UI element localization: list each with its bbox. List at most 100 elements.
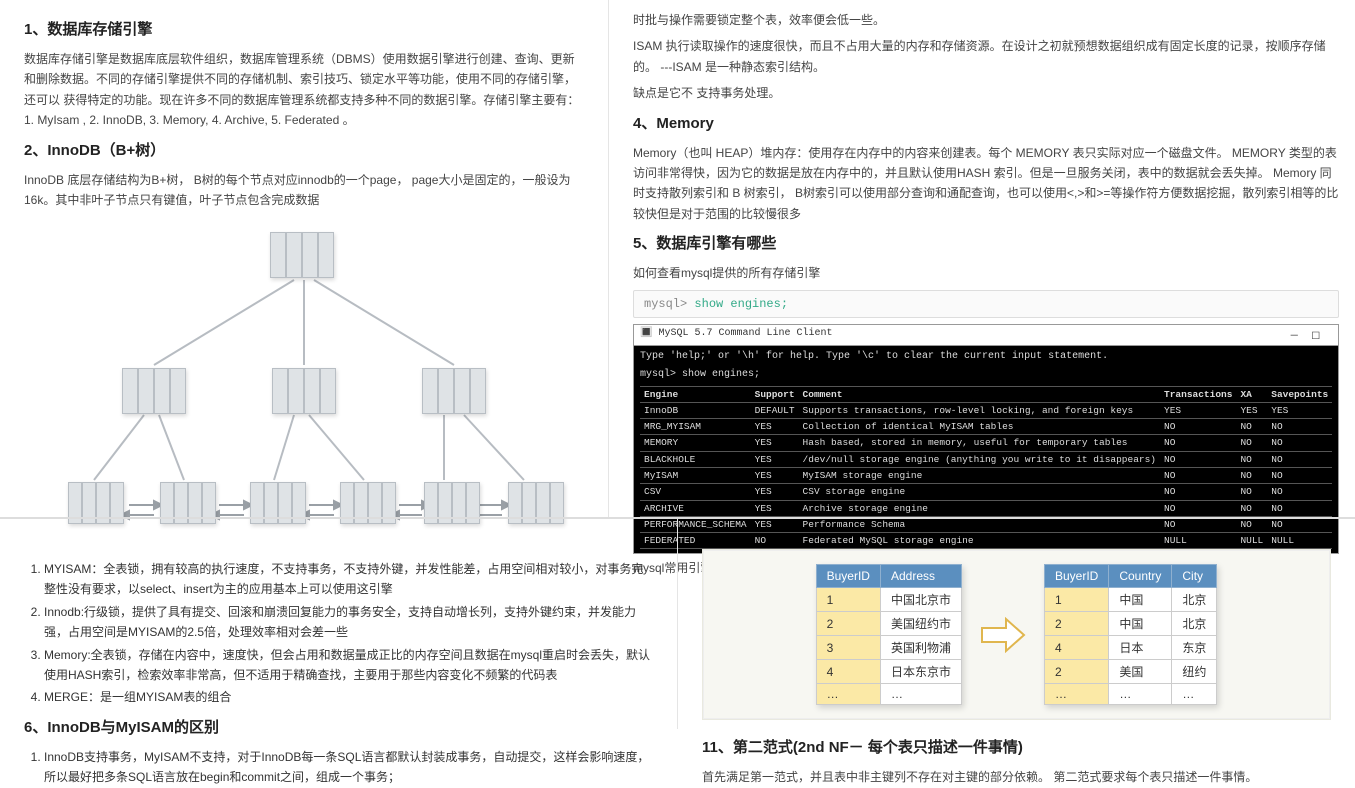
table-header: Engine [640, 386, 751, 402]
table-cell: 3 [816, 636, 880, 660]
table-cell: NO [1160, 500, 1236, 516]
table-header: Savepoints [1267, 386, 1332, 402]
left-lower-column: MYISAM：全表锁，拥有较高的执行速度，不支持事务，不支持外键，并发性能差，占… [0, 519, 678, 729]
table-row: MyISAMYESMyISAM storage engineNONONO [640, 468, 1332, 484]
table-row: MEMORYYESHash based, stored in memory, u… [640, 435, 1332, 451]
table-cell: 北京 [1172, 588, 1217, 612]
heading-5: 5、数据库引擎有哪些 [633, 232, 1339, 253]
table-cell: /dev/null storage engine (anything you w… [799, 451, 1160, 467]
table-header: BuyerID [1044, 565, 1108, 588]
table-cell: 2 [816, 612, 880, 636]
table-cell: Supports transactions, row-level locking… [799, 402, 1160, 418]
table-cell: Collection of identical MyISAM tables [799, 419, 1160, 435]
tree-root-node [270, 232, 334, 278]
table-cell: YES [1160, 402, 1236, 418]
table-row: 4日本东京 [1044, 636, 1216, 660]
code-block: mysql> show engines; [633, 290, 1339, 318]
table-cell: NO [1236, 419, 1267, 435]
table-header: Address [880, 565, 961, 588]
nf-diagram: BuyerIDAddress 1中国北京市2美国纽约市3英国利物浦4日本东京市…… [702, 549, 1331, 720]
terminal-line: Type 'help;' or '\h' for help. Type '\c'… [640, 350, 1332, 364]
tree-internal-node [272, 368, 336, 414]
table-row: 4日本东京市 [816, 660, 961, 684]
table-cell: NO [1236, 435, 1267, 451]
table-cell: NO [1267, 500, 1332, 516]
paragraph: 数据库存储引擎是数据库底层软件组织，数据库管理系统（DBMS）使用数据引擎进行创… [24, 49, 584, 131]
list-item: Innodb:行级锁，提供了具有提交、回滚和崩溃回复能力的事务安全，支持自动增长… [44, 602, 653, 643]
table-cell: NO [1160, 484, 1236, 500]
table-cell: YES [751, 435, 799, 451]
table-cell: NO [1160, 451, 1236, 467]
table-cell: NO [1236, 500, 1267, 516]
table-cell: NO [1236, 451, 1267, 467]
table-cell: Hash based, stored in memory, useful for… [799, 435, 1160, 451]
paragraph: 时批与操作需要锁定整个表，效率便会低一些。 [633, 10, 1339, 30]
table-row: ARCHIVEYESArchive storage engineNONONO [640, 500, 1332, 516]
diff-list: InnoDB支持事务，MyISAM不支持，对于InnoDB每一条SQL语言都默认… [44, 747, 653, 788]
table-cell: … [1044, 684, 1108, 705]
code-prompt: mysql> [644, 297, 694, 311]
table-cell: 日本东京市 [880, 660, 961, 684]
table-cell: 2 [1044, 612, 1108, 636]
terminal-title: 🔳 MySQL 5.7 Command Line Client [640, 327, 832, 343]
table-cell: CSV storage engine [799, 484, 1160, 500]
table-cell: 美国 [1109, 660, 1172, 684]
table-cell: NO [1267, 484, 1332, 500]
table-cell: 1 [1044, 588, 1108, 612]
window-controls: － ☐ [1289, 327, 1332, 343]
heading-1: 1、数据库存储引擎 [24, 18, 584, 39]
terminal-line: mysql> show engines; [640, 368, 1332, 382]
table-header: Country [1109, 565, 1172, 588]
table-row: 1中国北京 [1044, 588, 1216, 612]
list-item: MYISAM：全表锁，拥有较高的执行速度，不支持事务，不支持外键，并发性能差，占… [44, 559, 653, 600]
table-cell: MyISAM [640, 468, 751, 484]
nf-table-right: BuyerIDCountryCity 1中国北京2中国北京4日本东京2美国纽约…… [1044, 564, 1217, 705]
table-cell: 英国利物浦 [880, 636, 961, 660]
paragraph: 如何查看mysql提供的所有存储引擎 [633, 263, 1339, 283]
table-cell: NO [1160, 435, 1236, 451]
table-cell: NO [1267, 435, 1332, 451]
table-cell: YES [751, 484, 799, 500]
tree-internal-node [422, 368, 486, 414]
table-header: Transactions [1160, 386, 1236, 402]
table-cell: 4 [1044, 636, 1108, 660]
table-cell: NO [1160, 419, 1236, 435]
table-cell: YES [751, 419, 799, 435]
table-cell: 北京 [1172, 612, 1217, 636]
table-cell: YES [1267, 402, 1332, 418]
paragraph: ISAM 执行读取操作的速度很快，而且不占用大量的内存和存储资源。在设计之初就预… [633, 36, 1339, 77]
table-cell: 1 [816, 588, 880, 612]
table-row: InnoDBDEFAULTSupports transactions, row-… [640, 402, 1332, 418]
heading-6: 6、InnoDB与MyISAM的区别 [24, 716, 653, 737]
list-item: InnoDB支持事务，MyISAM不支持，对于InnoDB每一条SQL语言都默认… [44, 747, 653, 788]
table-cell: 中国 [1109, 612, 1172, 636]
heading-4: 4、Memory [633, 112, 1339, 133]
table-cell: NO [1236, 468, 1267, 484]
table-cell: YES [751, 500, 799, 516]
table-cell: … [816, 684, 880, 705]
paragraph: 首先满足第一范式，并且表中非主键列不存在对主键的部分依赖。 第二范式要求每个表只… [702, 767, 1331, 787]
nf-table-left: BuyerIDAddress 1中国北京市2美国纽约市3英国利物浦4日本东京市…… [816, 564, 962, 705]
table-row: 2美国纽约 [1044, 660, 1216, 684]
table-header: XA [1236, 386, 1267, 402]
list-item: Memory:全表锁，存储在内容中，速度快，但会占用和数据量成正比的内存空间且数… [44, 645, 653, 686]
table-cell: CSV [640, 484, 751, 500]
heading-2: 2、InnoDB（B+树） [24, 139, 584, 160]
table-cell: YES [1236, 402, 1267, 418]
list-item: MERGE：是一组MYISAM表的组合 [44, 687, 653, 707]
paragraph: InnoDB 底层存储结构为B+树， B树的每个节点对应innodb的一个pag… [24, 170, 584, 211]
tree-internal-node [122, 368, 186, 414]
heading-11: 11、第二范式(2nd NF－ 每个表只描述一件事情) [702, 736, 1331, 757]
table-cell: NO [1267, 419, 1332, 435]
right-upper-column: 时批与操作需要锁定整个表，效率便会低一些。 ISAM 执行读取操作的速度很快，而… [609, 0, 1355, 517]
code-command: show engines; [694, 297, 788, 311]
table-cell: 4 [816, 660, 880, 684]
table-cell: … [1109, 684, 1172, 705]
table-header: BuyerID [816, 565, 880, 588]
table-row: …… [816, 684, 961, 705]
table-cell: ARCHIVE [640, 500, 751, 516]
table-row: 2美国纽约市 [816, 612, 961, 636]
table-cell: NO [1160, 468, 1236, 484]
table-row: 2中国北京 [1044, 612, 1216, 636]
table-cell: 中国北京市 [880, 588, 961, 612]
